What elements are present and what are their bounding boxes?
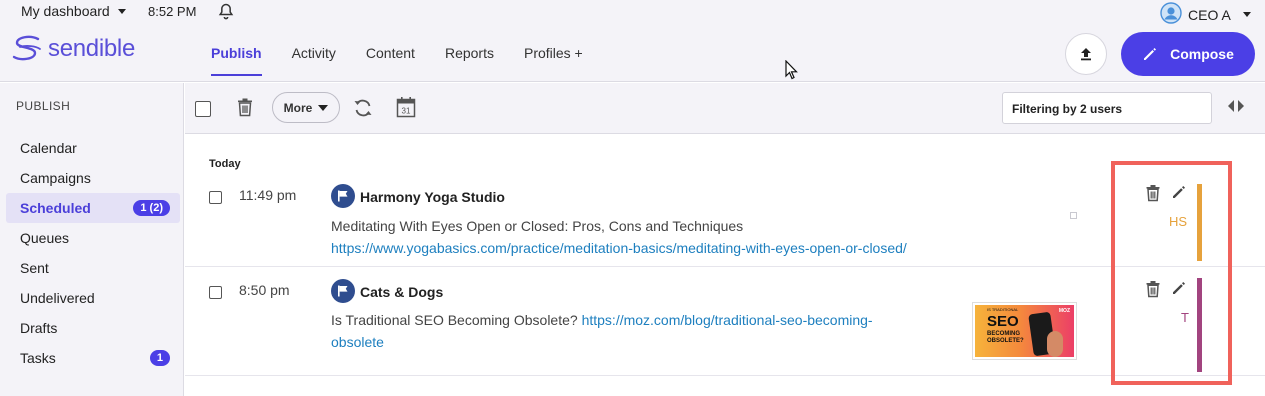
logo[interactable]: sendible	[12, 34, 135, 64]
user-filter[interactable]: Filtering by 2 users	[1002, 92, 1212, 124]
sidebar-item-label: Scheduled	[20, 200, 91, 216]
sidebar-item-label: Tasks	[20, 350, 56, 366]
compose-button[interactable]: Compose	[1121, 32, 1255, 76]
sidebar-item-sent[interactable]: Sent	[6, 253, 180, 283]
nav-reports[interactable]: Reports	[430, 24, 509, 82]
nav-content[interactable]: Content	[351, 24, 430, 82]
chevron-down-icon	[318, 104, 329, 111]
thumbnail-top-text: IS TRADITIONAL	[987, 307, 1019, 312]
top-strip: My dashboard 8:52 PM CEO A	[0, 0, 1265, 24]
sidebar-heading: PUBLISH	[16, 99, 71, 113]
clock-time: 8:52 PM	[148, 4, 197, 19]
sidebar-list: Calendar Campaigns Scheduled 1 (2) Queues…	[6, 133, 180, 373]
sidebar-item-calendar[interactable]: Calendar	[6, 133, 180, 163]
calendar-day: 31	[402, 107, 411, 116]
count-badge: 1 (2)	[133, 200, 170, 216]
post-link-cont[interactable]: obsolete	[331, 334, 384, 350]
scheduled-list: Today 11:49 pm Harmony Yoga Studio Medit…	[185, 134, 1265, 396]
refresh-icon[interactable]	[352, 97, 374, 124]
link-thumbnail[interactable]: IS TRADITIONAL SEO BECOMING OBSOLETE? MO…	[972, 302, 1077, 360]
dashboard-label: My dashboard	[21, 3, 110, 19]
more-button[interactable]: More	[272, 92, 340, 123]
post-checkbox[interactable]	[209, 191, 222, 204]
highlight-box	[1111, 161, 1232, 385]
thumbnail-headline: SEO	[987, 313, 1019, 330]
post-text: Meditating With Eyes Open or Closed: Pro…	[331, 215, 951, 259]
sidebar-item-label: Campaigns	[20, 170, 91, 186]
sidebar-item-undelivered[interactable]: Undelivered	[6, 283, 180, 313]
sendible-logo-icon	[12, 35, 41, 61]
sidebar-item-label: Drafts	[20, 320, 58, 336]
sidebar-item-label: Calendar	[20, 140, 77, 156]
thumbnail-brand: MOZ	[1058, 308, 1070, 314]
sidebar-item-label: Sent	[20, 260, 49, 276]
hand-graphic	[1047, 331, 1063, 357]
media-placeholder	[1070, 212, 1077, 219]
post-link[interactable]: https://moz.com/blog/traditional-seo-bec…	[582, 312, 873, 328]
compose-label: Compose	[1170, 46, 1234, 62]
profile-name[interactable]: Harmony Yoga Studio	[360, 189, 505, 205]
select-all-checkbox[interactable]	[195, 101, 211, 117]
post-message: Is Traditional SEO Becoming Obsolete?	[331, 312, 578, 328]
calendar-icon[interactable]: 31	[396, 96, 416, 123]
sidebar-item-scheduled[interactable]: Scheduled 1 (2)	[6, 193, 180, 223]
profile-flag-icon	[331, 279, 355, 303]
sidebar-item-label: Queues	[20, 230, 70, 246]
post-row: 8:50 pm Cats & Dogs Is Traditional SEO B…	[185, 268, 1265, 376]
chevron-down-icon	[117, 8, 126, 14]
post-link[interactable]: https://www.yogabasics.com/practice/medi…	[331, 240, 907, 256]
post-time: 8:50 pm	[239, 282, 290, 298]
dashboard-switcher[interactable]: My dashboard	[21, 3, 126, 19]
expand-collapse-icon[interactable]	[1227, 99, 1245, 118]
post-time: 11:49 pm	[239, 187, 297, 203]
count-badge: 1	[149, 350, 170, 366]
day-label: Today	[209, 158, 241, 170]
sidebar-item-drafts[interactable]: Drafts	[6, 313, 180, 343]
post-message: Meditating With Eyes Open or Closed: Pro…	[331, 218, 744, 234]
upload-button[interactable]	[1065, 33, 1107, 75]
chevron-down-icon	[1242, 12, 1251, 17]
main-nav: Publish Activity Content Reports Profile…	[196, 24, 598, 82]
main-header: sendible Publish Activity Content Report…	[0, 24, 1265, 82]
sidebar-item-campaigns[interactable]: Campaigns	[6, 163, 180, 193]
sidebar-item-tasks[interactable]: Tasks 1	[6, 343, 180, 373]
logo-text: sendible	[48, 35, 136, 62]
trash-icon[interactable]	[236, 97, 254, 122]
nav-activity[interactable]: Activity	[277, 24, 351, 82]
more-label: More	[283, 100, 313, 115]
profile-flag-icon	[331, 184, 355, 208]
nav-publish[interactable]: Publish	[196, 24, 277, 82]
post-row: 11:49 pm Harmony Yoga Studio Meditating …	[185, 174, 1265, 267]
sidebar-item-label: Undelivered	[20, 290, 95, 306]
nav-profiles[interactable]: Profiles +	[509, 24, 598, 82]
user-name: CEO A	[1188, 6, 1231, 23]
sidebar-item-queues[interactable]: Queues	[6, 223, 180, 253]
pencil-icon	[1144, 48, 1157, 60]
profile-name[interactable]: Cats & Dogs	[360, 284, 443, 300]
upload-icon	[1081, 48, 1091, 61]
post-text: Is Traditional SEO Becoming Obsolete? ht…	[331, 309, 941, 353]
post-checkbox[interactable]	[209, 286, 222, 299]
sidebar: PUBLISH Calendar Campaigns Scheduled 1 (2…	[0, 83, 184, 396]
toolbar: More 31 Filtering by 2 users	[185, 83, 1265, 134]
mouse-cursor-icon	[785, 59, 799, 85]
thumbnail-image: IS TRADITIONAL SEO BECOMING OBSOLETE? MO…	[975, 305, 1074, 357]
thumbnail-subtext: BECOMING OBSOLETE?	[987, 331, 1024, 344]
